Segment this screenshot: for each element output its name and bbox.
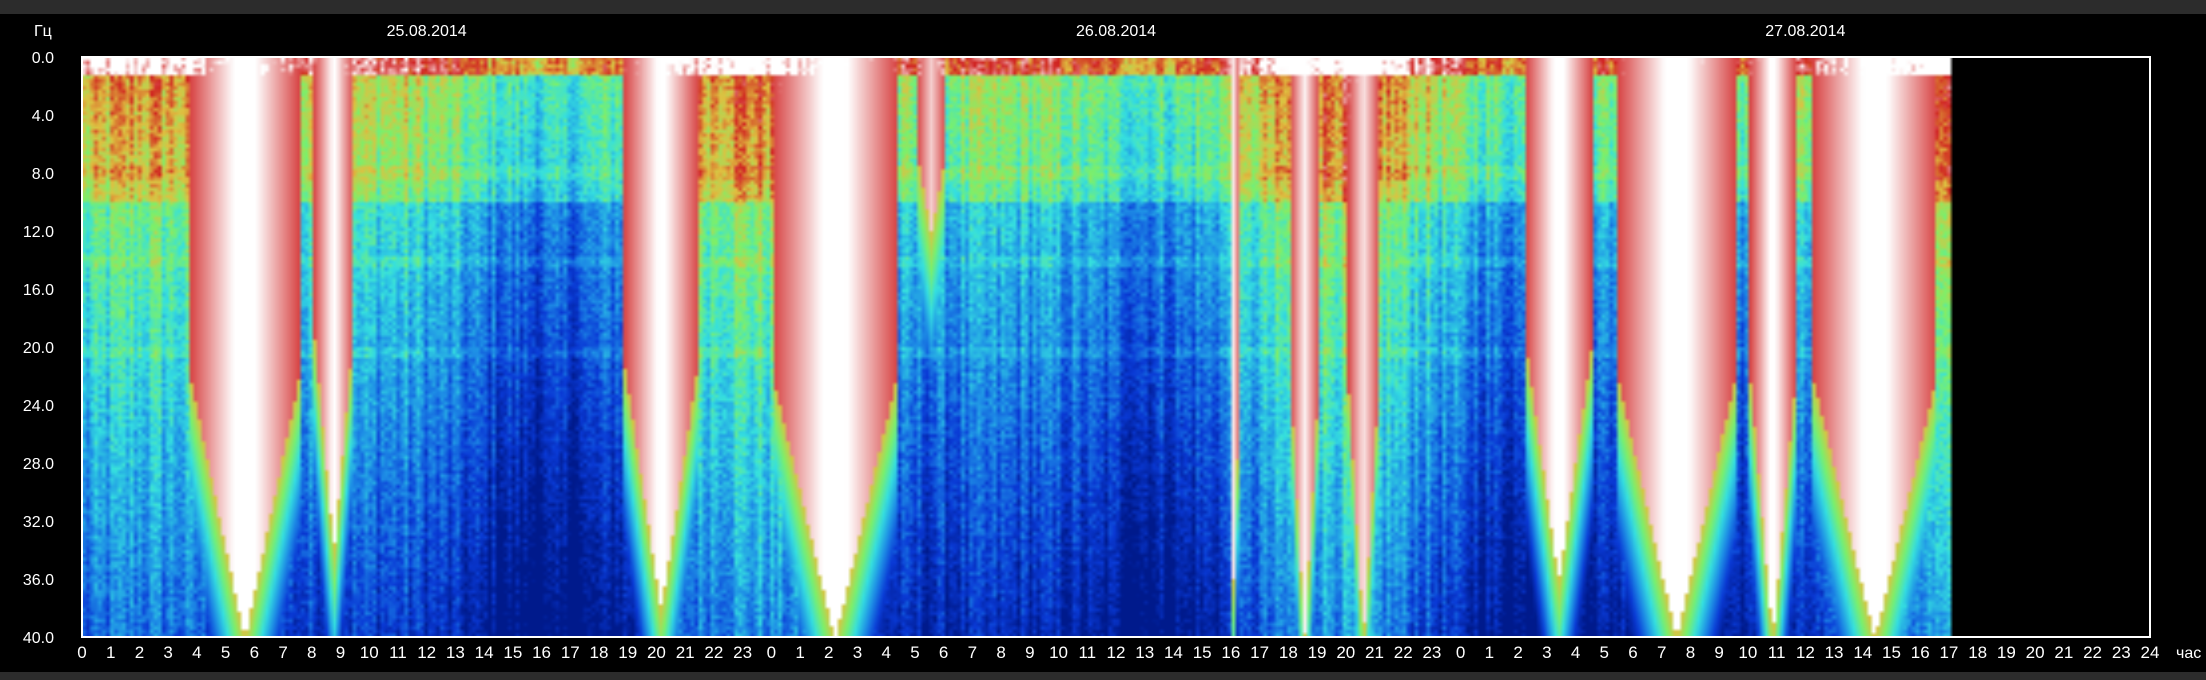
x-tick-label: 10 <box>360 643 379 662</box>
y-axis: 0.0 4.0 8.0 12.0 16.0 20.0 24.0 28.0 32.0 36.0 40.… <box>23 50 54 647</box>
y-tick-label: 12.0 <box>23 224 54 241</box>
x-tick-label: 22 <box>704 643 723 662</box>
x-tick-label: 16 <box>1221 643 1240 662</box>
x-tick-label: 9 <box>1714 643 1723 662</box>
x-tick-label: 6 <box>939 643 948 662</box>
x-tick-label: 21 <box>2054 643 2073 662</box>
x-tick-label: 23 <box>733 643 752 662</box>
x-tick-label: 5 <box>910 643 919 662</box>
spectrogram-image <box>82 57 2150 637</box>
x-tick-label: 24 <box>2141 643 2160 662</box>
x-tick-label: 4 <box>881 643 890 662</box>
y-tick-label: 4.0 <box>32 108 54 125</box>
x-tick-label: 22 <box>2083 643 2102 662</box>
x-tick-label: 15 <box>1882 643 1901 662</box>
x-tick-label: 7 <box>968 643 977 662</box>
x-tick-label: 19 <box>1308 643 1327 662</box>
x-tick-label: 19 <box>1997 643 2016 662</box>
x-tick-label: 14 <box>1164 643 1183 662</box>
x-tick-label: 21 <box>1365 643 1384 662</box>
x-tick-label: 12 <box>417 643 436 662</box>
x-tick-label: 3 <box>853 643 862 662</box>
x-tick-label: 17 <box>1250 643 1269 662</box>
x-tick-label: 4 <box>1571 643 1580 662</box>
x-tick-label: 4 <box>192 643 201 662</box>
x-tick-label: 13 <box>446 643 465 662</box>
x-tick-label: 9 <box>336 643 345 662</box>
x-tick-label: 9 <box>1025 643 1034 662</box>
y-tick-label: 32.0 <box>23 514 54 531</box>
spectrogram-chart: 0.0 4.0 8.0 12.0 16.0 20.0 24.0 28.0 32.0 36.0 40.… <box>23 23 2201 662</box>
date-labels: 25.08.2014 26.08.2014 27.08.2014 <box>387 23 1846 40</box>
x-tick-label: 17 <box>1939 643 1958 662</box>
y-tick-label: 8.0 <box>32 166 54 183</box>
x-tick-label: 11 <box>389 643 407 662</box>
x-tick-label: 11 <box>1768 643 1786 662</box>
date-label: 27.08.2014 <box>1765 23 1845 40</box>
x-tick-label: 16 <box>1911 643 1930 662</box>
x-tick-label: 18 <box>1279 643 1298 662</box>
x-tick-label: 5 <box>1600 643 1609 662</box>
date-label: 25.08.2014 <box>387 23 467 40</box>
x-tick-label: 0 <box>767 643 776 662</box>
x-tick-label: 23 <box>2112 643 2131 662</box>
x-tick-label: 3 <box>163 643 172 662</box>
x-tick-label: 1 <box>106 643 115 662</box>
x-tick-label: 1 <box>795 643 804 662</box>
x-axis: 0 1 2 3 4 5 6 7 8 9 10 11 12 13 14 15 16 17 18 19 20 21 22 23 0 1… <box>77 643 2159 662</box>
spectrogram-window: 0.0 4.0 8.0 12.0 16.0 20.0 24.0 28.0 32.0 36.0 40.… <box>0 0 2206 680</box>
x-tick-label: 20 <box>1336 643 1355 662</box>
y-tick-label: 20.0 <box>23 340 54 357</box>
x-tick-label: 8 <box>307 643 316 662</box>
x-tick-label: 15 <box>1193 643 1212 662</box>
y-axis-unit-label: Гц <box>34 23 52 40</box>
x-tick-label: 7 <box>278 643 287 662</box>
x-tick-label: 15 <box>503 643 522 662</box>
x-tick-label: 13 <box>1825 643 1844 662</box>
x-tick-label: 12 <box>1107 643 1126 662</box>
x-tick-label: 7 <box>1657 643 1666 662</box>
x-tick-label: 13 <box>1135 643 1154 662</box>
y-tick-label: 28.0 <box>23 456 54 473</box>
x-tick-label: 19 <box>618 643 637 662</box>
bottom-border <box>0 672 2206 680</box>
x-tick-label: 6 <box>1628 643 1637 662</box>
x-tick-label: 18 <box>590 643 609 662</box>
x-tick-label: 8 <box>996 643 1005 662</box>
x-tick-label: 0 <box>1456 643 1465 662</box>
x-axis-unit-label: час <box>2176 645 2201 662</box>
x-tick-label: 14 <box>475 643 494 662</box>
x-tick-label: 12 <box>1796 643 1815 662</box>
x-tick-label: 23 <box>1422 643 1441 662</box>
y-tick-label: 36.0 <box>23 572 54 589</box>
x-tick-label: 11 <box>1078 643 1096 662</box>
x-tick-label: 21 <box>676 643 695 662</box>
x-tick-label: 20 <box>2026 643 2045 662</box>
x-tick-label: 18 <box>1968 643 1987 662</box>
x-tick-label: 0 <box>77 643 86 662</box>
date-label: 26.08.2014 <box>1076 23 1156 40</box>
x-tick-label: 16 <box>532 643 551 662</box>
x-tick-label: 17 <box>561 643 580 662</box>
x-tick-label: 10 <box>1049 643 1068 662</box>
x-tick-label: 5 <box>221 643 230 662</box>
x-tick-label: 20 <box>647 643 666 662</box>
x-tick-label: 14 <box>1853 643 1872 662</box>
x-tick-label: 2 <box>824 643 833 662</box>
x-tick-label: 22 <box>1394 643 1413 662</box>
x-tick-label: 2 <box>135 643 144 662</box>
x-tick-label: 8 <box>1686 643 1695 662</box>
y-tick-label: 0.0 <box>32 50 54 67</box>
x-tick-label: 3 <box>1542 643 1551 662</box>
y-tick-label: 24.0 <box>23 398 54 415</box>
spectrogram-heatmap <box>82 57 2150 637</box>
top-border <box>0 0 2206 14</box>
y-tick-label: 40.0 <box>23 630 54 647</box>
x-tick-label: 2 <box>1513 643 1522 662</box>
y-tick-label: 16.0 <box>23 282 54 299</box>
x-tick-label: 1 <box>1485 643 1494 662</box>
x-tick-label: 10 <box>1738 643 1757 662</box>
x-tick-label: 6 <box>250 643 259 662</box>
